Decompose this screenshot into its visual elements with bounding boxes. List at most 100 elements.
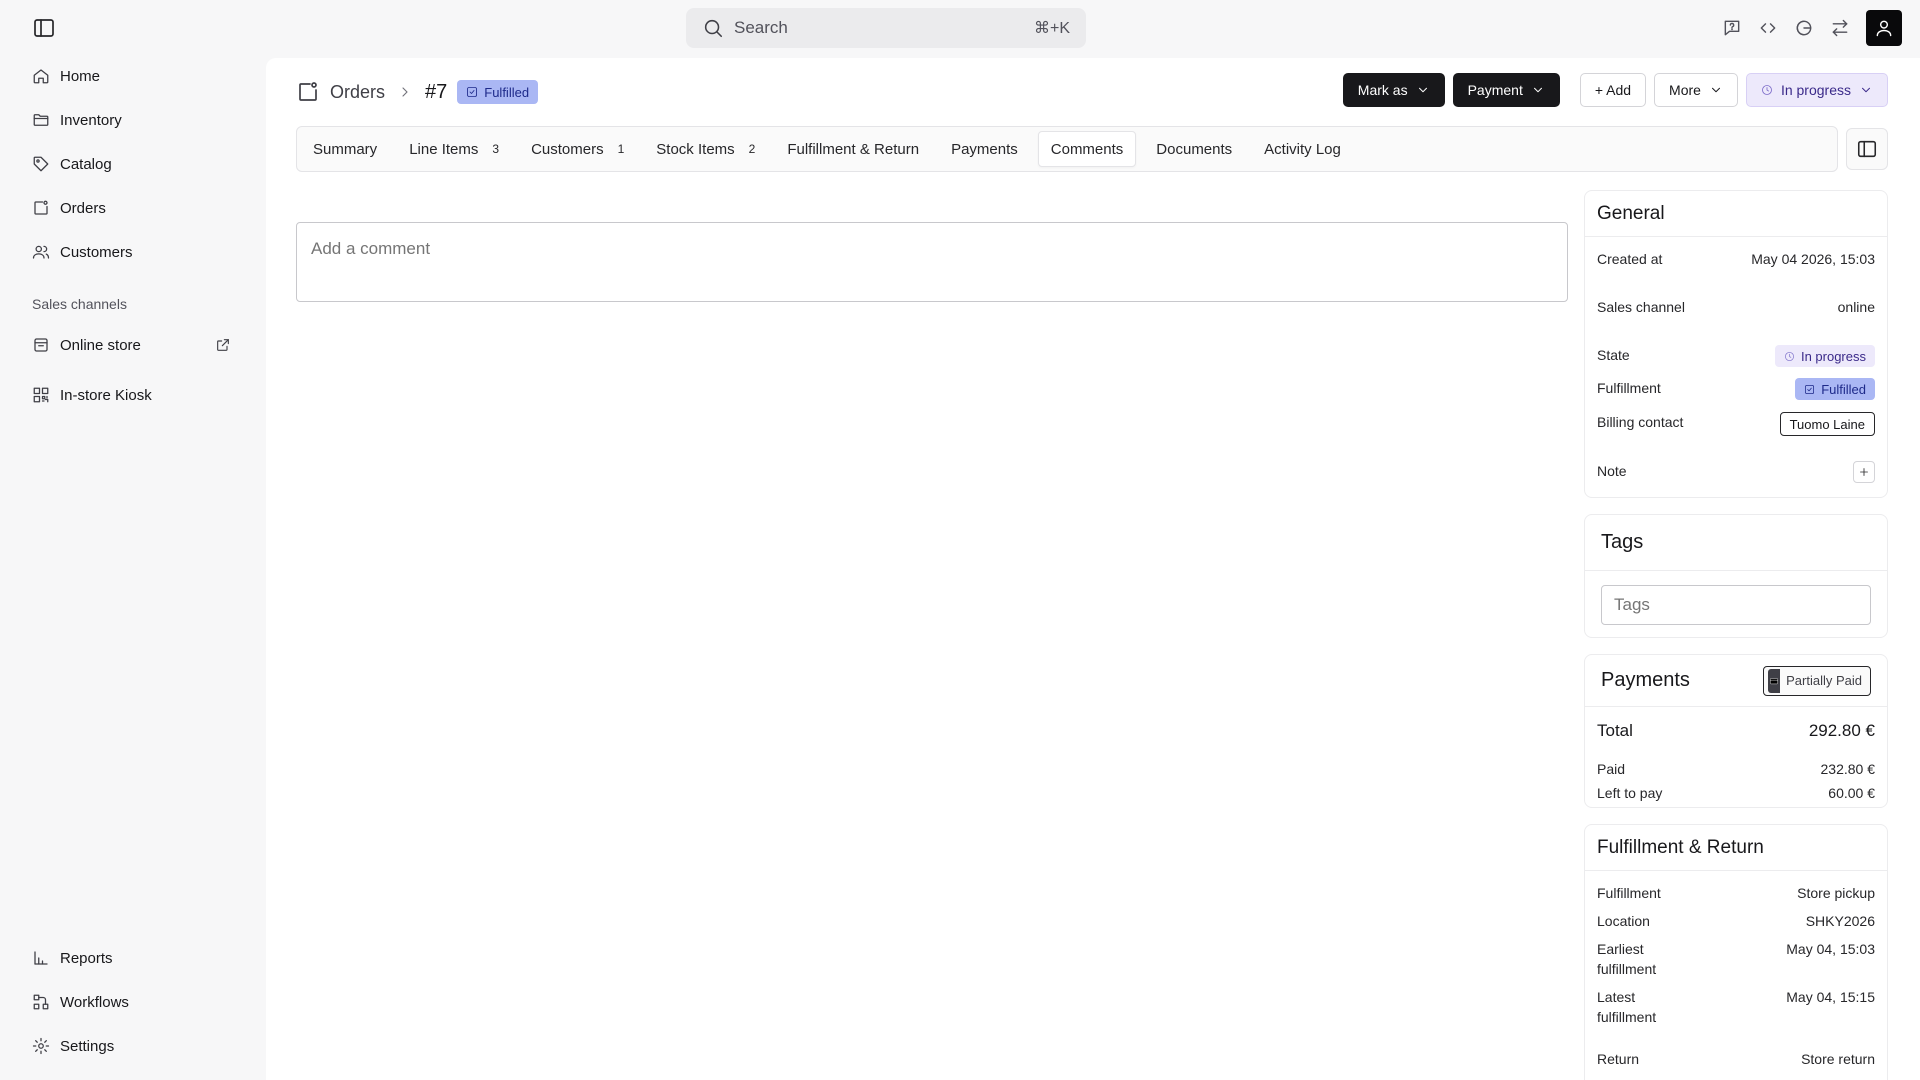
fr-fulfillment-label: Fulfillment — [1597, 885, 1661, 901]
sidebar-item-workflows[interactable]: Workflows — [32, 986, 232, 1018]
sidebar-item-customers[interactable]: Customers — [32, 236, 232, 268]
tab-stock-items[interactable]: Stock Items 2 — [644, 131, 767, 167]
sidebar-item-settings[interactable]: Settings — [32, 1030, 232, 1062]
paid-label: Paid — [1597, 761, 1626, 777]
state-label: In progress — [1780, 82, 1851, 98]
sidebar-item-in-store-kiosk[interactable]: In-store Kiosk — [32, 379, 232, 411]
more-button[interactable]: More — [1654, 73, 1738, 107]
tab-label: Line Items — [409, 140, 479, 158]
sidebar-item-label: Orders — [60, 199, 106, 217]
fr-fulfillment-row: Fulfillment Store pickup — [1597, 883, 1875, 903]
tab-documents[interactable]: Documents — [1144, 131, 1244, 167]
fulfillment-badge: Fulfilled — [1795, 378, 1875, 400]
total-value: 292.80 € — [1808, 721, 1875, 740]
sidebar-item-label: Reports — [60, 949, 113, 967]
add-note-button[interactable] — [1853, 461, 1875, 483]
sidebar-item-inventory[interactable]: Inventory — [32, 104, 232, 136]
latest-fulfillment-value: May 04, 15:15 — [1786, 989, 1875, 1005]
sidebar-item-orders[interactable]: Orders — [32, 192, 232, 224]
earliest-fulfillment-label: Earliest fulfillment — [1597, 941, 1657, 977]
mark-as-button[interactable]: Mark as — [1342, 73, 1445, 107]
comment-input[interactable] — [296, 222, 1568, 302]
breadcrumb-orders-link[interactable]: Orders — [330, 82, 385, 103]
external-link-icon[interactable] — [214, 336, 232, 354]
user-avatar[interactable] — [1866, 10, 1902, 46]
note-row: Note — [1597, 461, 1875, 483]
help-icon[interactable] — [1722, 18, 1742, 38]
sidebar-item-label: Catalog — [60, 155, 112, 173]
fr-fulfillment-value: Store pickup — [1797, 885, 1875, 901]
tab-fulfillment-return[interactable]: Fulfillment & Return — [775, 131, 931, 167]
page-title: #7 — [425, 80, 448, 103]
billing-contact-row: Billing contact Tuomo Laine — [1597, 412, 1875, 436]
tab-count: 3 — [492, 142, 500, 156]
tab-comments[interactable]: Comments — [1037, 131, 1137, 167]
location-row: Location SHKY2026 — [1597, 911, 1875, 931]
return-row: Return Store return — [1597, 1049, 1875, 1069]
search-bar[interactable]: Search ⌘+K — [686, 8, 1086, 48]
sidebar-item-catalog[interactable]: Catalog — [32, 148, 232, 180]
sidebar-toggle-icon[interactable] — [32, 16, 56, 40]
sales-channel-value: online — [1837, 299, 1875, 315]
sidebar-item-label: Home — [60, 67, 101, 85]
sidebar-right-icon — [1856, 138, 1878, 160]
top-bar: Search ⌘+K — [0, 0, 1920, 56]
switch-icon[interactable] — [1830, 18, 1850, 38]
tab-label: Activity Log — [1264, 140, 1341, 158]
search-placeholder: Search — [734, 18, 788, 37]
workflow-icon — [32, 993, 50, 1011]
tag-icon — [32, 155, 50, 173]
tab-label: Fulfillment & Return — [787, 140, 920, 158]
sidebar-item-reports[interactable]: Reports — [32, 942, 232, 974]
payment-button[interactable]: Payment — [1452, 73, 1560, 107]
sidebar-item-home[interactable]: Home — [32, 60, 232, 92]
panel-toggle-button[interactable] — [1846, 128, 1888, 170]
tags-input[interactable] — [1601, 585, 1871, 625]
theme-icon[interactable] — [1794, 18, 1814, 38]
tags-card: Tags — [1584, 514, 1888, 638]
tab-payments[interactable]: Payments — [939, 131, 1030, 167]
sidebar-item-online-store[interactable]: Online store — [32, 329, 232, 361]
tab-label: Comments — [1050, 140, 1124, 158]
tab-activity-log[interactable]: Activity Log — [1252, 131, 1353, 167]
sidebar-item-label: Customers — [60, 243, 133, 261]
add-button[interactable]: + Add — [1579, 73, 1647, 107]
note-label: Note — [1597, 463, 1627, 479]
fulfillment-badge-label: Fulfilled — [1821, 381, 1866, 397]
location-value: SHKY2026 — [1805, 913, 1875, 929]
billing-contact-button[interactable]: Tuomo Laine — [1779, 412, 1875, 436]
tab-customers[interactable]: Customers 1 — [519, 131, 636, 167]
status-badge-label: Fulfilled — [484, 84, 530, 100]
code-icon[interactable] — [1758, 18, 1778, 38]
earliest-fulfillment-row: Earliest fulfillment May 04, 15:03 — [1597, 939, 1875, 979]
total-row: Total 292.80 € — [1597, 721, 1875, 741]
tab-summary[interactable]: Summary — [301, 131, 389, 167]
created-at-row: Created at May 04 2026, 15:03 — [1597, 249, 1875, 269]
payments-card: Payments Partially Paid Total 292.80 € P… — [1584, 654, 1888, 808]
fulfillment-row: Fulfillment Fulfilled — [1597, 378, 1875, 400]
location-label: Location — [1597, 913, 1650, 929]
add-label: + Add — [1594, 82, 1632, 98]
created-at-value: May 04 2026, 15:03 — [1751, 251, 1875, 267]
sidebar: Home Inventory Catalog Orders Customers … — [0, 56, 264, 1080]
chevron-down-icon — [1416, 83, 1430, 97]
left-to-pay-value: 60.00 € — [1828, 785, 1875, 801]
sidebar-section-label: Sales channels — [32, 296, 127, 312]
payments-title: Payments — [1601, 669, 1690, 691]
state-dropdown[interactable]: In progress — [1745, 73, 1888, 107]
general-card: General Created at May 04 2026, 15:03 Sa… — [1584, 190, 1888, 498]
tab-line-items[interactable]: Line Items 3 — [397, 131, 511, 167]
return-label: Return — [1597, 1051, 1640, 1067]
sidebar-item-label: Inventory — [60, 111, 122, 129]
tags-title: Tags — [1585, 515, 1887, 571]
search-shortcut: ⌘+K — [1033, 20, 1070, 37]
box-check-icon — [1804, 384, 1815, 395]
tab-label: Customers — [531, 140, 604, 158]
return-value: Store return — [1801, 1051, 1875, 1067]
tabs-bar: Summary Line Items 3 Customers 1 Stock Ite… — [296, 126, 1838, 172]
state-row: State In progress — [1597, 345, 1875, 367]
latest-fulfillment-row: Latest fulfillment May 04, 15:15 — [1597, 987, 1875, 1027]
payment-status-badge: Partially Paid — [1763, 665, 1871, 696]
fulfillment-return-card: Fulfillment & Return Fulfillment Store p… — [1584, 824, 1888, 1080]
earliest-fulfillment-value: May 04, 15:03 — [1786, 941, 1875, 957]
